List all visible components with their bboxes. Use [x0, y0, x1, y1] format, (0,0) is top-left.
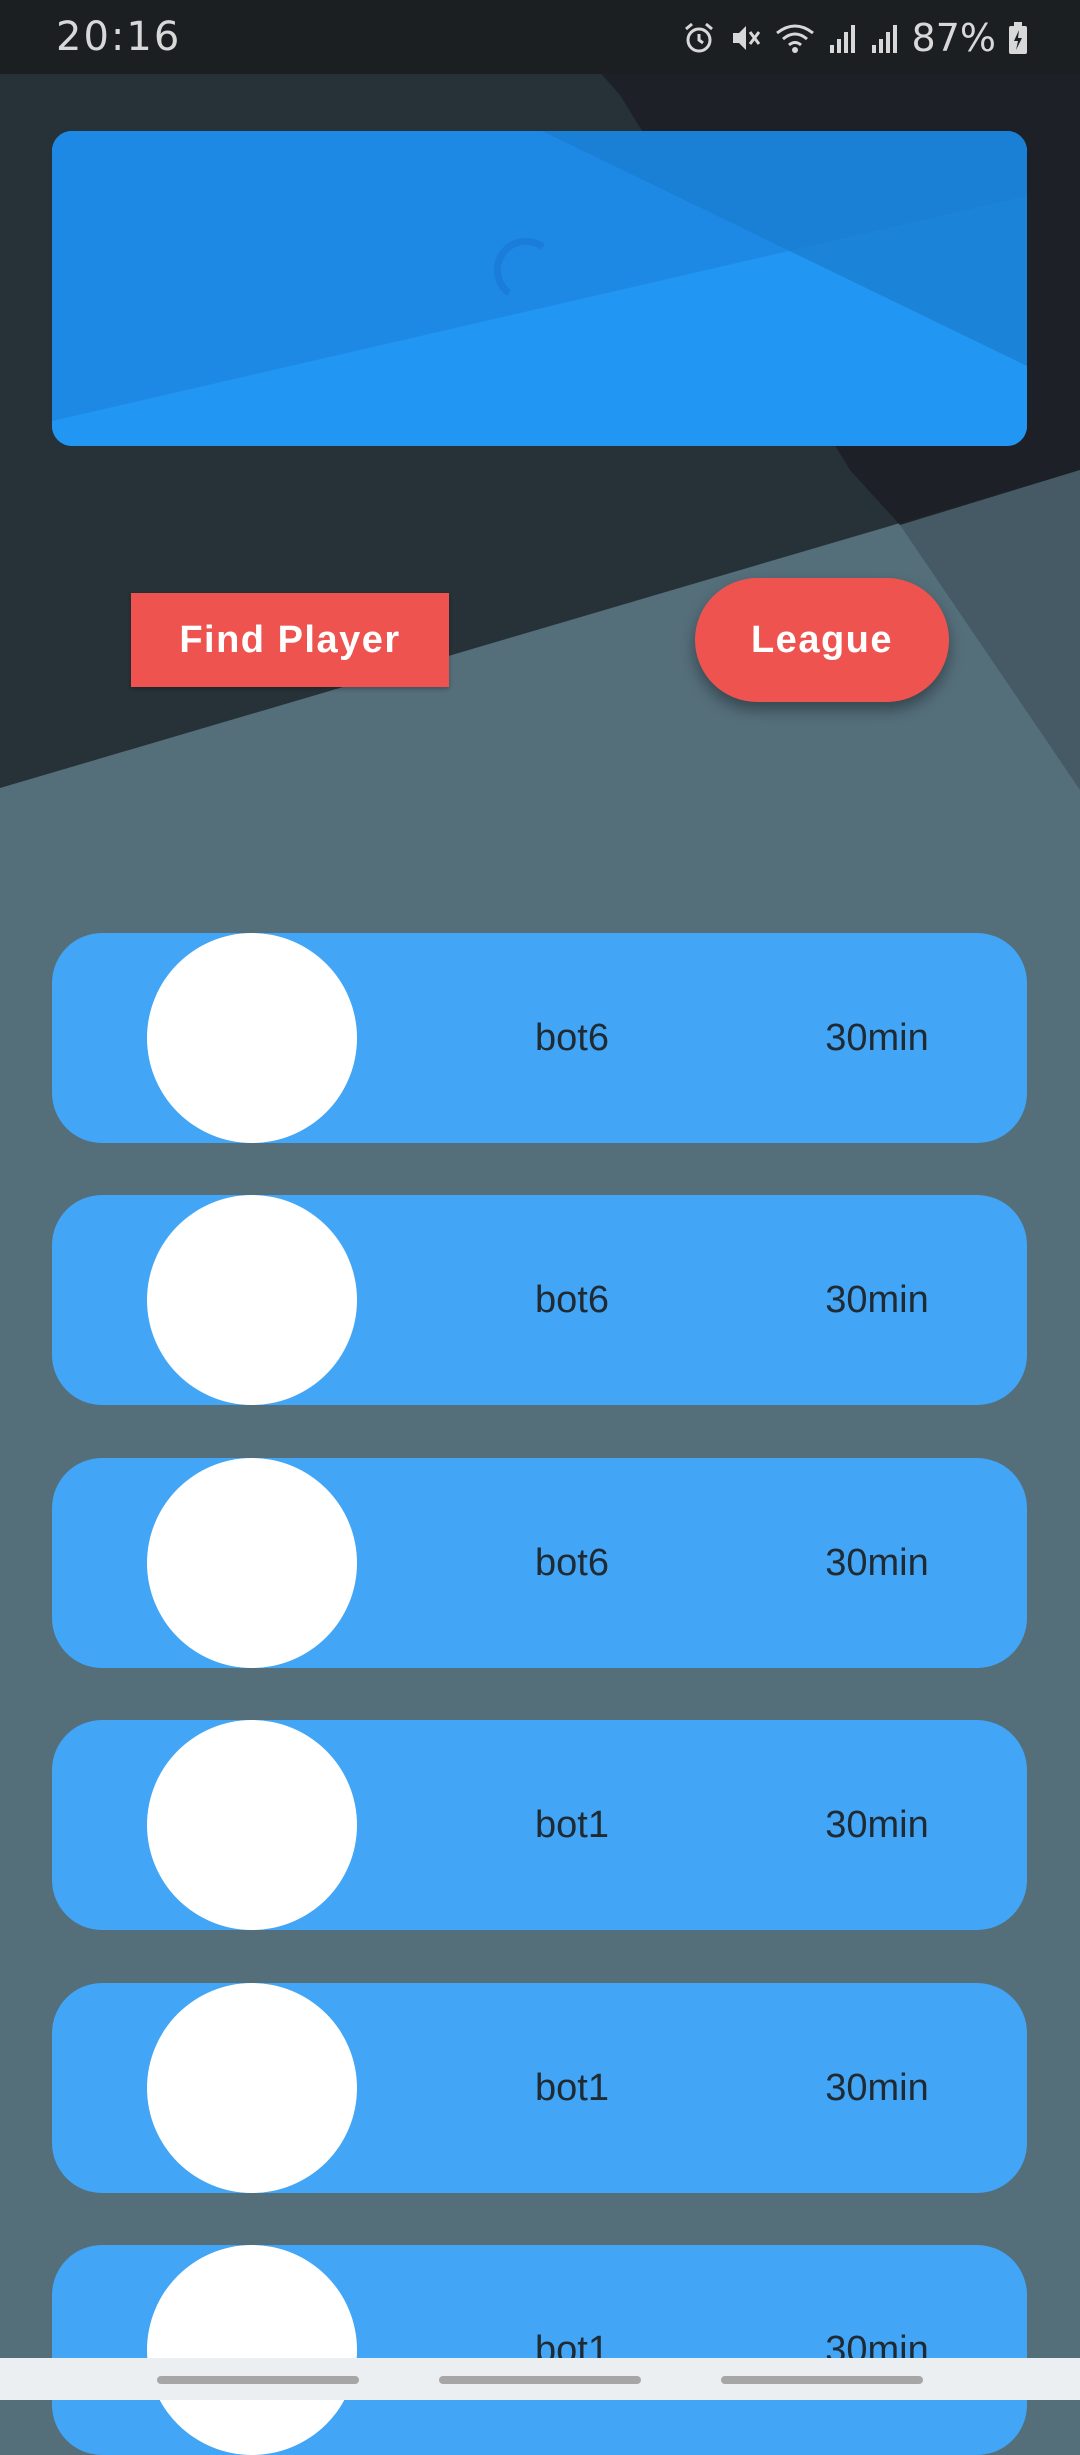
banner — [52, 131, 1027, 446]
player-name: bot6 — [535, 1016, 609, 1059]
player-time: 30min — [825, 2328, 929, 2371]
player-name: bot6 — [535, 1278, 609, 1321]
status-time: 20:16 — [56, 14, 182, 60]
find-player-button[interactable]: Find Player — [131, 593, 449, 687]
wifi-icon — [775, 24, 814, 53]
signal-icon — [829, 25, 855, 53]
battery-percentage: 87% — [911, 16, 996, 60]
mute-icon — [732, 26, 760, 50]
avatar — [147, 1195, 357, 1405]
status-bar: 20:16 87% — [0, 0, 1080, 74]
player-name: bot1 — [535, 2328, 609, 2371]
list-item[interactable]: bot1 30min — [52, 1983, 1027, 2193]
player-time: 30min — [825, 1803, 929, 1846]
nav-home-button[interactable] — [439, 2376, 641, 2384]
system-nav-bar — [0, 2358, 1080, 2400]
player-time: 30min — [825, 2066, 929, 2109]
signal-icon-2 — [871, 25, 897, 53]
player-time: 30min — [825, 1541, 929, 1584]
status-icons: 87% — [682, 14, 1028, 62]
nav-back-button[interactable] — [721, 2376, 923, 2384]
spinner-icon — [493, 237, 546, 296]
nav-recent-button[interactable] — [157, 2376, 359, 2384]
player-name: bot1 — [535, 1803, 609, 1846]
league-button[interactable]: League — [695, 578, 949, 702]
list-item[interactable]: bot6 30min — [52, 1458, 1027, 1668]
player-name: bot6 — [535, 1541, 609, 1584]
avatar — [147, 933, 357, 1143]
avatar — [147, 2245, 357, 2455]
avatar — [147, 1458, 357, 1668]
player-name: bot1 — [535, 2066, 609, 2109]
player-time: 30min — [825, 1016, 929, 1059]
list-item[interactable]: bot1 30min — [52, 1720, 1027, 1930]
avatar — [147, 1720, 357, 1930]
list-item[interactable]: bot1 30min — [52, 2245, 1027, 2455]
alarm-icon — [684, 22, 713, 53]
battery-icon — [1009, 22, 1027, 54]
list-item[interactable]: bot6 30min — [52, 933, 1027, 1143]
player-time: 30min — [825, 1278, 929, 1321]
list-item[interactable]: bot6 30min — [52, 1195, 1027, 1405]
avatar — [147, 1983, 357, 2193]
